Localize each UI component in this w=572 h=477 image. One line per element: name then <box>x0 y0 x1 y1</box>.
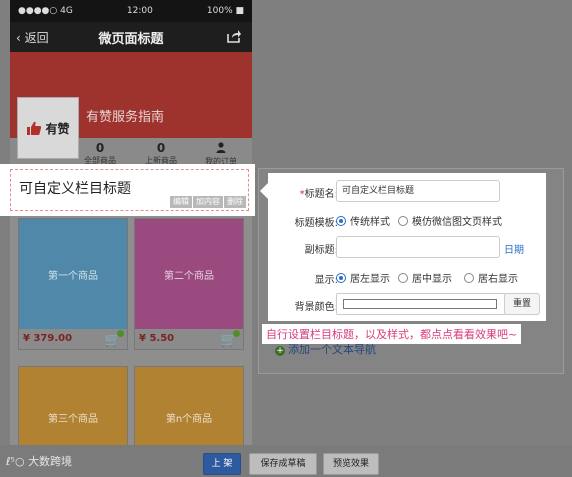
goods-image: 第n个商品 <box>135 367 243 445</box>
radio-icon <box>398 272 408 283</box>
stat-new-goods[interactable]: 0 上新商品 <box>131 142 191 166</box>
goods-image: 第一个商品 <box>19 219 127 329</box>
chevron-left-icon: ‹ <box>16 31 21 45</box>
add-content-button[interactable]: 加内容 <box>193 196 223 208</box>
reset-button[interactable]: 重置 <box>504 293 540 315</box>
goods-image: 第二个商品 <box>135 219 243 329</box>
popover-arrow <box>260 183 268 199</box>
back-button[interactable]: ‹ 返回 <box>16 29 49 46</box>
nav-bar: ‹ 返回 微页面标题 <box>10 22 252 52</box>
align-right-radio[interactable]: 居右显示 <box>464 270 518 285</box>
goods-card[interactable]: 第n个商品 <box>134 366 244 445</box>
template-traditional-radio[interactable]: 传统样式 <box>336 213 390 228</box>
phone-preview: ●●●●○ 4G 12:00 100% ■ ‹ 返回 微页面标题 有赞服务指南 … <box>10 0 252 445</box>
tip-annotation: 自行设置栏目标题，以及样式，都点点看看效果吧~ <box>262 324 522 344</box>
share-icon[interactable] <box>226 28 242 44</box>
goods-image: 第三个商品 <box>19 367 127 445</box>
watermark: ℓ⁵○ 大数跨境 <box>6 453 72 469</box>
bottom-action-bar: ℓ⁵○ 大数跨境 上 架 保存成草稿 预览效果 <box>0 445 572 477</box>
subtitle-row: 副标题: 日期 <box>268 236 546 260</box>
selected-title-module[interactable]: 可自定义栏目标题 编辑 加内容 删除 <box>0 164 255 216</box>
template-wechat-radio[interactable]: 模仿微信图文页样式 <box>398 213 502 228</box>
logo-text: 有赞 <box>45 121 70 136</box>
price-text: ¥ 379.00 <box>23 333 73 344</box>
title-label: *标题名: <box>299 189 338 200</box>
shop-logo: 有赞 <box>17 97 79 159</box>
module-actions: 编辑 加内容 删除 <box>170 196 246 208</box>
plus-circle-icon: + <box>275 346 285 356</box>
price-text: ¥ 5.50 <box>139 333 175 344</box>
template-label: 标题模板: <box>294 218 338 229</box>
module-title: 可自定义栏目标题 <box>19 181 131 197</box>
title-row: *标题名: 可自定义栏目标题 <box>268 180 546 204</box>
clock: 12:00 <box>126 6 153 16</box>
align-center-radio[interactable]: 居中显示 <box>398 270 452 285</box>
subtitle-input[interactable] <box>336 236 500 258</box>
watermark-logo-icon: ℓ⁵○ <box>6 455 25 468</box>
color-swatch <box>343 299 497 309</box>
goods-price: ¥ 5.50 🛒 <box>135 329 243 349</box>
color-picker[interactable] <box>336 293 508 315</box>
stat-count: 0 <box>95 141 105 155</box>
stat-all-goods[interactable]: 0 全部商品 <box>70 142 130 166</box>
goods-price: ¥ 379.00 🛒 <box>19 329 127 349</box>
module-dashed-frame: 可自定义栏目标题 编辑 加内容 删除 <box>10 169 249 211</box>
add-icon <box>233 330 240 337</box>
battery: 100% ■ <box>206 6 244 16</box>
carrier-signal: ●●●●○ 4G <box>18 6 73 16</box>
radio-icon <box>464 272 474 283</box>
goods-card[interactable]: 第二个商品 ¥ 5.50 🛒 <box>134 218 244 350</box>
template-row: 标题模板: 传统样式 模仿微信图文页样式 <box>268 209 546 233</box>
publish-button[interactable]: 上 架 <box>203 453 241 475</box>
bgcolor-row: 背景颜色: 重置 <box>268 293 546 317</box>
bgcolor-label: 背景颜色: <box>294 302 338 313</box>
display-row: 显示: 居左显示 居中显示 居右显示 <box>268 266 546 290</box>
title-input[interactable]: 可自定义栏目标题 <box>336 180 500 202</box>
shop-name: 有赞服务指南 <box>86 110 165 125</box>
delete-button[interactable]: 删除 <box>224 196 246 208</box>
watermark-text: 大数跨境 <box>28 455 73 468</box>
preview-button[interactable]: 预览效果 <box>323 453 379 475</box>
stat-count: 0 <box>156 141 166 155</box>
title-settings-form: *标题名: 可自定义栏目标题 标题模板: 传统样式 模仿微信图文页样式 副标题:… <box>260 173 546 321</box>
add-icon <box>117 330 124 337</box>
edit-button[interactable]: 编辑 <box>170 196 192 208</box>
radio-checked-icon <box>336 215 346 226</box>
back-label: 返回 <box>24 31 49 45</box>
goods-card[interactable]: 第一个商品 ¥ 379.00 🛒 <box>18 218 128 350</box>
date-link[interactable]: 日期 <box>504 241 524 256</box>
display-label: 显示: <box>314 275 338 286</box>
user-icon <box>191 142 251 156</box>
align-left-radio[interactable]: 居左显示 <box>336 270 390 285</box>
radio-checked-icon <box>336 272 346 283</box>
add-text-nav-label: 添加一个文本导航 <box>288 343 376 356</box>
subtitle-label: 副标题: <box>304 245 338 256</box>
radio-icon <box>398 215 408 226</box>
thumbs-up-icon <box>27 121 42 135</box>
status-bar: ●●●●○ 4G 12:00 100% ■ <box>10 0 252 22</box>
page-title: 微页面标题 <box>98 31 164 47</box>
goods-card[interactable]: 第三个商品 <box>18 366 128 445</box>
save-draft-button[interactable]: 保存成草稿 <box>249 453 317 475</box>
